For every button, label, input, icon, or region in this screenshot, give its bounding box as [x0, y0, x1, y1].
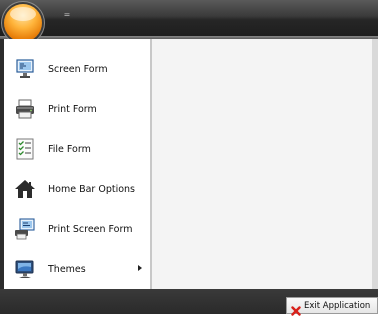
close-icon — [291, 301, 301, 316]
quick-access-toolbar-customize-icon[interactable]: = — [62, 9, 72, 21]
menu-item-label: Home Bar Options — [48, 183, 135, 195]
menu-item-print-form[interactable]: Print Form — [4, 89, 150, 129]
menu-item-label: Themes — [48, 263, 86, 275]
menu-item-print-screen-form[interactable]: Print Screen Form — [4, 209, 150, 249]
menu-item-label: File Form — [48, 143, 91, 155]
menu-item-themes[interactable]: Themes — [4, 249, 150, 289]
menu-item-label: Print Form — [48, 103, 97, 115]
exit-application-label: Exit Application — [304, 300, 371, 311]
menu-item-file-form[interactable]: File Form — [4, 129, 150, 169]
recent-items-pane — [152, 39, 372, 289]
printer-icon — [14, 98, 36, 120]
checklist-icon — [14, 138, 36, 160]
application-orb-button[interactable] — [4, 4, 42, 42]
menu-item-home-bar-options[interactable]: Home Bar Options — [4, 169, 150, 209]
menu-item-screen-form[interactable]: Screen Form — [4, 49, 150, 89]
exit-application-button[interactable]: Exit Application — [286, 297, 378, 316]
screen-form-icon — [14, 58, 36, 80]
menu-item-label: Screen Form — [48, 63, 108, 75]
menu-item-label: Print Screen Form — [48, 223, 133, 235]
submenu-arrow-icon — [138, 265, 142, 271]
print-screen-icon — [14, 218, 36, 240]
window-right-border — [372, 39, 378, 289]
title-bar — [0, 0, 378, 36]
themes-monitor-icon — [14, 258, 36, 280]
home-icon — [14, 178, 36, 200]
